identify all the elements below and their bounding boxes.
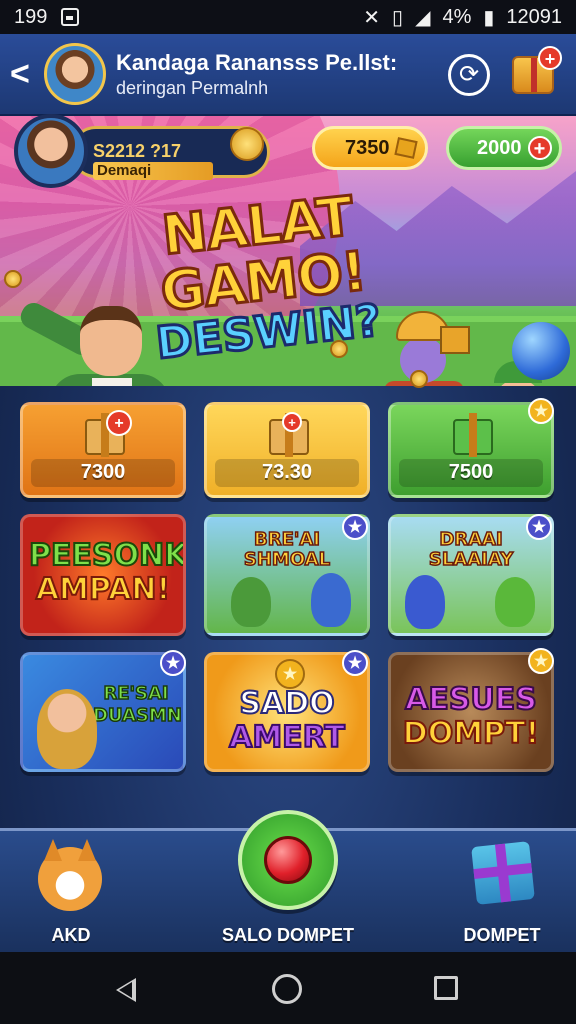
system-home-icon[interactable] xyxy=(272,974,302,1004)
game-title: DRAAI xyxy=(439,529,504,550)
game-title: SLAAIAY xyxy=(428,549,514,570)
dog-icon xyxy=(38,847,102,911)
play-orb-icon xyxy=(264,836,312,884)
star-icon: ★ xyxy=(528,648,554,674)
coin-icon xyxy=(4,270,22,288)
avatar[interactable] xyxy=(44,43,106,105)
battery-percent: 4% xyxy=(442,5,472,28)
shop-item[interactable]: 7300 xyxy=(20,402,186,498)
star-icon: ★ xyxy=(160,650,186,676)
nav-label: SALO DOMPET xyxy=(221,925,354,945)
play-button[interactable] xyxy=(238,810,338,910)
star-icon: ★ xyxy=(526,514,552,540)
gift-icon[interactable] xyxy=(471,841,535,905)
star-icon: ★ xyxy=(342,514,368,540)
gold-bar-icon xyxy=(393,137,418,159)
player-avatar[interactable] xyxy=(14,114,88,188)
add-icon[interactable]: + xyxy=(527,136,552,160)
app-screen: 199 ✕ ▯ ◢ 4% ▮ 12091 < Kandaga Ranansss … xyxy=(0,0,576,1024)
signal-icon: ◢ xyxy=(415,6,431,29)
refresh-icon[interactable]: ⟳ xyxy=(448,54,490,96)
ball-icon xyxy=(512,322,570,380)
cash-stack-icon xyxy=(453,413,493,457)
nav-item-akd[interactable]: AKD xyxy=(0,831,180,955)
shop-price: 7300 xyxy=(80,461,126,483)
status-bar: 199 ✕ ▯ ◢ 4% ▮ 12091 xyxy=(0,0,576,34)
clock: 12091 xyxy=(506,5,562,28)
coin-balance-button[interactable]: 7350 xyxy=(312,126,428,170)
character-figure xyxy=(405,575,445,629)
status-number: 199 xyxy=(14,5,48,28)
star-icon: ★ xyxy=(275,659,305,689)
game-card[interactable]: AESUES DOMPT! xyxy=(388,652,554,772)
shop-price: 73.30 xyxy=(261,461,313,483)
coin-icon xyxy=(230,127,264,161)
star-icon: ★ xyxy=(528,398,554,424)
game-title: AESUES xyxy=(404,682,538,717)
gem-balance: 2000 xyxy=(477,136,522,159)
player-name: Demaqi xyxy=(93,162,213,180)
add-badge: + xyxy=(282,412,302,432)
game-title: AMERT xyxy=(228,720,346,755)
game-title: PEESONK xyxy=(28,538,186,573)
game-title: AMPAN! xyxy=(35,572,171,607)
header-text: Kandaga Ranansss Pe.llst: deringan Perma… xyxy=(116,50,397,99)
character-figure xyxy=(311,573,351,627)
character-figure xyxy=(37,689,97,769)
shop-price: 7500 xyxy=(448,461,494,483)
system-back-icon[interactable] xyxy=(116,978,136,1002)
game-title: DUASMN xyxy=(92,705,182,726)
gift-add-badge: + xyxy=(538,46,562,70)
game-title: SADO xyxy=(238,686,335,721)
vibrate-icon: ▯ xyxy=(392,6,404,29)
star-icon: ★ xyxy=(342,650,368,676)
hero-character xyxy=(16,296,170,386)
banner-headline: NALAT GAMO! DESWIN? xyxy=(142,183,385,371)
add-badge: + xyxy=(106,410,132,436)
game-title: BRE'AI xyxy=(253,529,321,550)
back-arrow-icon[interactable]: < xyxy=(10,55,40,94)
coin-balance: 7350 xyxy=(345,136,390,159)
system-nav-bar xyxy=(0,952,576,1024)
player-amount: S2212 ?17 xyxy=(93,141,182,161)
game-title: RE'SAI xyxy=(103,683,170,704)
nav-label: DOMPET xyxy=(463,925,541,945)
page-title: Kandaga Ranansss Pe.llst: xyxy=(116,49,398,75)
coin-icon xyxy=(410,370,428,388)
game-title: DOMPT! xyxy=(402,716,540,751)
app-header: < Kandaga Ranansss Pe.llst: deringan Per… xyxy=(0,34,576,116)
game-card[interactable]: PEESONK AMPAN! xyxy=(20,514,186,636)
gem-balance-button[interactable]: 2000 + xyxy=(446,126,562,170)
character-figure xyxy=(231,577,271,627)
character-figure xyxy=(495,577,535,627)
nav-label: AKD xyxy=(51,925,91,945)
page-subtitle: deringan Permalnh xyxy=(116,77,269,98)
game-title: SHMOAL xyxy=(243,549,331,570)
system-recents-icon[interactable] xyxy=(434,976,458,1000)
screenshot-icon xyxy=(61,8,80,26)
mute-icon: ✕ xyxy=(363,6,381,29)
crate-icon xyxy=(440,326,470,354)
battery-icon: ▮ xyxy=(483,6,495,29)
